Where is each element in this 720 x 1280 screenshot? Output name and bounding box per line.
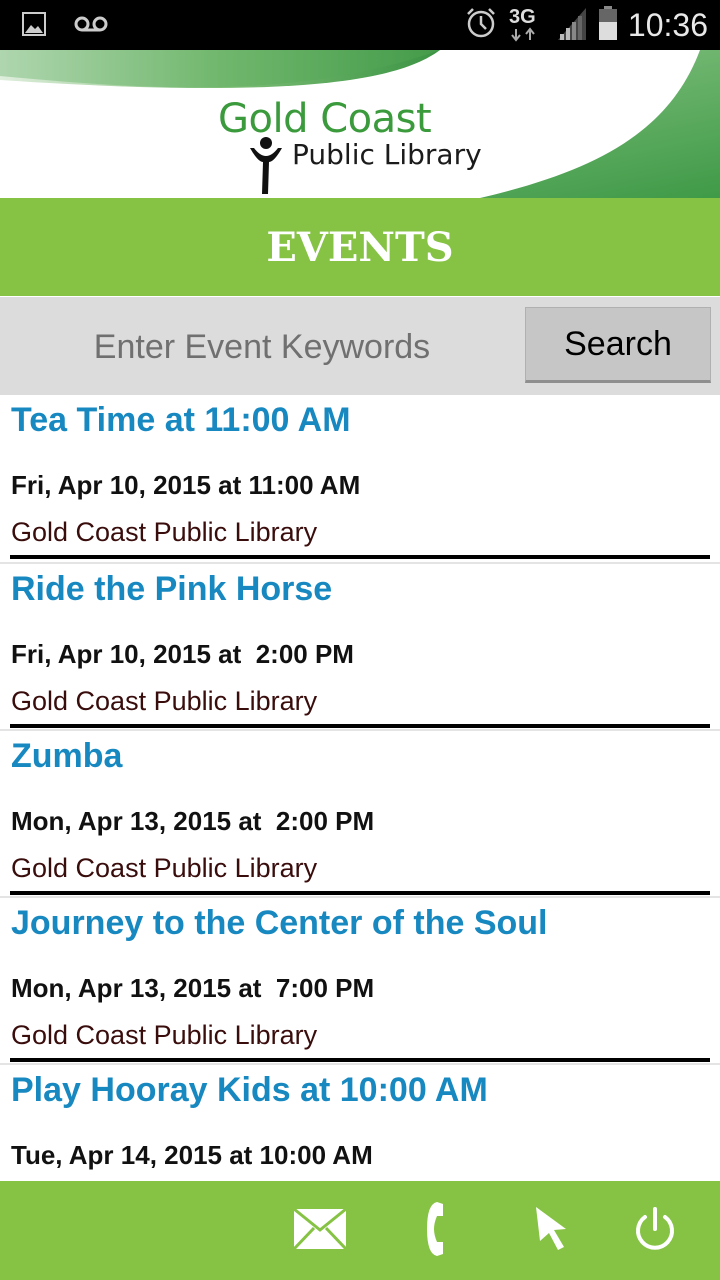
event-divider — [10, 1058, 710, 1062]
website-button[interactable] — [522, 1201, 582, 1261]
signal-icon — [556, 6, 588, 45]
status-bar: 3G 10:36 — [0, 0, 720, 50]
phone-button[interactable] — [408, 1201, 468, 1261]
clock: 10:36 — [627, 6, 708, 43]
event-divider — [10, 555, 710, 559]
image-icon — [22, 12, 46, 41]
event-date: Mon, Apr 13, 2015 at 7:00 PM — [11, 973, 375, 1003]
event-item[interactable]: Zumba Mon, Apr 13, 2015 at 2:00 PM Gold … — [0, 729, 720, 896]
event-item[interactable]: Tea Time at 11:00 AM Fri, Apr 10, 2015 a… — [0, 395, 720, 562]
event-title[interactable]: Journey to the Center of the Soul — [11, 904, 547, 943]
logo-text-public-library: Public Library — [292, 138, 482, 171]
search-input[interactable] — [10, 307, 514, 387]
event-divider — [10, 724, 710, 728]
event-date: Mon, Apr 13, 2015 at 2:00 PM — [11, 806, 375, 836]
power-button[interactable] — [625, 1201, 685, 1261]
page-title: EVENTS — [266, 223, 454, 271]
page-title-bar: EVENTS — [0, 198, 720, 296]
3g-icon: 3G — [508, 3, 546, 48]
library-logo: Gold Coast Public Library — [218, 96, 518, 196]
svg-text:3G: 3G — [509, 6, 536, 28]
event-location: Gold Coast Public Library — [11, 1020, 318, 1050]
email-icon — [292, 1207, 348, 1255]
event-title[interactable]: Tea Time at 11:00 AM — [11, 401, 351, 440]
phone-icon — [423, 1200, 453, 1263]
event-item[interactable]: Play Hooray Kids at 10:00 AM Tue, Apr 14… — [0, 1063, 720, 1180]
event-date: Tue, Apr 14, 2015 at 10:00 AM — [11, 1140, 373, 1170]
event-title[interactable]: Ride the Pink Horse — [11, 570, 332, 609]
event-location: Gold Coast Public Library — [11, 517, 318, 547]
person-icon — [248, 136, 284, 199]
power-icon — [631, 1205, 679, 1258]
voicemail-icon — [74, 14, 108, 39]
alarm-icon — [464, 6, 498, 45]
event-item[interactable]: Ride the Pink Horse Fri, Apr 10, 2015 at… — [0, 562, 720, 729]
cursor-icon — [532, 1205, 572, 1258]
event-date: Fri, Apr 10, 2015 at 2:00 PM — [11, 639, 354, 669]
event-item[interactable]: Journey to the Center of the Soul Mon, A… — [0, 896, 720, 1063]
event-location: Gold Coast Public Library — [11, 853, 318, 883]
footer-toolbar — [0, 1181, 720, 1280]
event-date: Fri, Apr 10, 2015 at 11:00 AM — [11, 470, 361, 500]
event-location: Gold Coast Public Library — [11, 686, 318, 716]
search-button[interactable]: Search — [525, 307, 711, 383]
search-bar: Search — [0, 297, 720, 395]
event-title[interactable]: Play Hooray Kids at 10:00 AM — [11, 1071, 488, 1110]
event-list[interactable]: Tea Time at 11:00 AM Fri, Apr 10, 2015 a… — [0, 395, 720, 1180]
battery-icon — [598, 5, 618, 45]
event-divider — [10, 891, 710, 895]
event-title[interactable]: Zumba — [11, 737, 122, 776]
email-button[interactable] — [290, 1201, 350, 1261]
